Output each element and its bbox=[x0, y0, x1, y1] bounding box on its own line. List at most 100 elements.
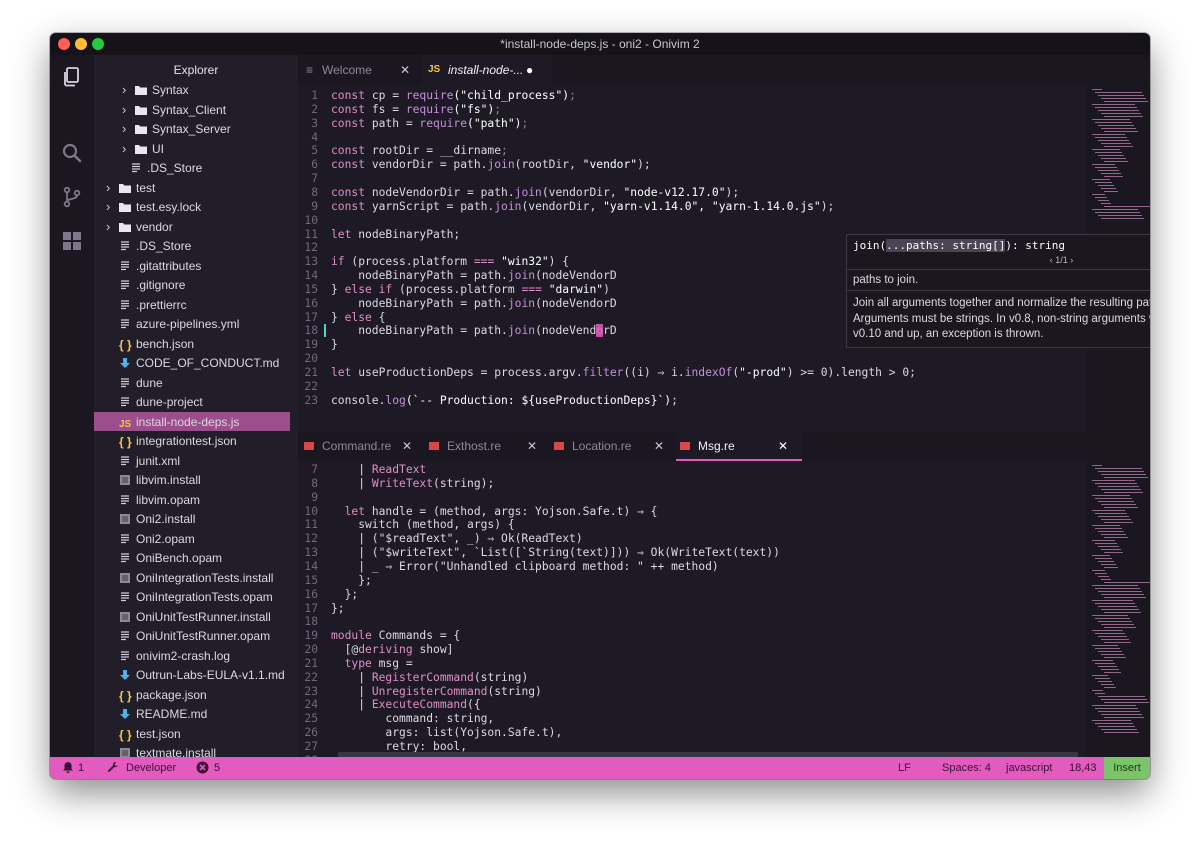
line-number: 21 bbox=[304, 366, 318, 379]
tree-item[interactable]: azure-pipelines.yml bbox=[94, 314, 290, 334]
line-number: 23 bbox=[304, 684, 318, 698]
tree-item[interactable]: .prettierrc bbox=[94, 295, 290, 315]
notification-count[interactable]: 1 bbox=[78, 757, 84, 779]
error-count[interactable]: 5 bbox=[214, 757, 220, 779]
tree-item[interactable]: OniBench.opam bbox=[94, 548, 290, 568]
close-icon[interactable]: ✕ bbox=[400, 55, 410, 85]
tree-item[interactable]: .DS_Store bbox=[94, 236, 290, 256]
language-indicator[interactable]: javascript bbox=[1006, 757, 1052, 779]
tree-item[interactable]: { } bench.json bbox=[94, 334, 290, 354]
minimap-line bbox=[1104, 567, 1118, 568]
tree-item[interactable]: › vendor bbox=[94, 217, 290, 237]
extensions-icon[interactable] bbox=[60, 229, 84, 253]
minimap-line bbox=[1101, 609, 1139, 610]
tree-item[interactable]: OniIntegrationTests.opam bbox=[94, 587, 290, 607]
wrench-icon[interactable] bbox=[107, 757, 119, 779]
close-icon[interactable]: ✕ bbox=[402, 431, 412, 461]
minimap-line bbox=[1092, 720, 1131, 721]
error-icon[interactable] bbox=[196, 757, 209, 779]
code-token: const bbox=[331, 116, 372, 130]
bell-icon[interactable] bbox=[62, 757, 74, 779]
code-line: type msg = bbox=[331, 657, 413, 670]
tab-msg-re[interactable]: Msg.re ✕ bbox=[676, 431, 802, 461]
minimap-line bbox=[1092, 630, 1123, 631]
chevron-right-icon[interactable]: › bbox=[122, 121, 126, 136]
explorer-icon[interactable] bbox=[60, 65, 84, 89]
tree-item[interactable]: onivim2-crash.log bbox=[94, 646, 290, 666]
close-icon[interactable]: ✕ bbox=[778, 431, 788, 461]
tab-install-node-deps[interactable]: JS install-node-... ● bbox=[422, 55, 552, 85]
chevron-right-icon[interactable]: › bbox=[106, 219, 110, 234]
tree-item[interactable]: { } package.json bbox=[94, 685, 290, 705]
tab-welcome[interactable]: ≡ Welcome ✕ bbox=[298, 55, 422, 85]
hover-doc: Join all arguments together and normaliz… bbox=[853, 297, 1150, 340]
js-icon: JS bbox=[428, 64, 441, 75]
minimap-line bbox=[1101, 639, 1129, 640]
chevron-right-icon[interactable]: › bbox=[106, 180, 110, 195]
close-icon[interactable]: ✕ bbox=[654, 431, 664, 461]
tree-item[interactable]: › Syntax_Client bbox=[94, 100, 290, 120]
tree-item-label: OniUnitTestRunner.opam bbox=[136, 629, 271, 643]
tree-item[interactable]: JS install-node-deps.js bbox=[94, 411, 290, 431]
tree-item[interactable]: › test.esy.lock bbox=[94, 197, 290, 217]
tree-item[interactable]: README.md bbox=[94, 704, 290, 724]
search-icon[interactable] bbox=[60, 141, 84, 165]
tree-item[interactable]: .gitignore bbox=[94, 275, 290, 295]
source-control-icon[interactable] bbox=[60, 185, 84, 209]
indentation-indicator[interactable]: Spaces: 4 bbox=[942, 757, 991, 779]
file-icon bbox=[119, 455, 131, 467]
chevron-right-icon[interactable]: › bbox=[106, 199, 110, 214]
bottom-minimap[interactable] bbox=[1086, 461, 1150, 757]
tree-item[interactable]: Oni2.install bbox=[94, 509, 290, 529]
tree-item[interactable]: { } integrationtest.json bbox=[94, 431, 290, 451]
close-icon[interactable]: ✕ bbox=[527, 431, 537, 461]
tree-item[interactable]: › Syntax_Server bbox=[94, 119, 290, 139]
tab-exthost-re[interactable]: Exthost.re ✕ bbox=[425, 431, 550, 461]
tree-item[interactable]: junit.xml bbox=[94, 451, 290, 471]
tree-item-label: Syntax_Server bbox=[152, 122, 231, 136]
tree-item[interactable]: .gitattributes bbox=[94, 256, 290, 276]
tab-location-re[interactable]: Location.re ✕ bbox=[550, 431, 676, 461]
tree-item[interactable]: OniIntegrationTests.install bbox=[94, 568, 290, 588]
tree-item[interactable]: dune bbox=[94, 373, 290, 393]
code-token: "node-v12.17.0" bbox=[623, 185, 726, 199]
tab-command-re[interactable]: Command.re ✕ bbox=[298, 431, 425, 461]
tree-item[interactable]: OniUnitTestRunner.opam bbox=[94, 626, 290, 646]
tree-item[interactable]: libvim.opam bbox=[94, 490, 290, 510]
tree-item[interactable]: { } test.json bbox=[94, 724, 290, 744]
minimap-line bbox=[1092, 600, 1133, 601]
tree-item[interactable]: .DS_Store bbox=[94, 158, 290, 178]
eol-indicator[interactable]: LF bbox=[898, 757, 911, 779]
line-number: 13 bbox=[304, 255, 318, 269]
tree-item[interactable]: › Syntax bbox=[94, 80, 290, 100]
code-token: log bbox=[385, 393, 406, 407]
tree-item[interactable]: OniUnitTestRunner.install bbox=[94, 607, 290, 627]
tree-item-label: vendor bbox=[136, 219, 173, 234]
tree-item[interactable]: libvim.install bbox=[94, 470, 290, 490]
close-window-button[interactable] bbox=[58, 38, 70, 50]
code-line: } bbox=[331, 338, 338, 351]
hover-counter[interactable]: ‹ 1/1 › bbox=[847, 255, 1150, 265]
code-token: (vendorDir, bbox=[521, 199, 604, 213]
chevron-right-icon[interactable]: › bbox=[122, 141, 126, 156]
tree-item[interactable]: dune-project bbox=[94, 392, 290, 412]
minimize-window-button[interactable] bbox=[75, 38, 87, 50]
developer-label[interactable]: Developer bbox=[126, 757, 176, 779]
cursor-position[interactable]: 18,43 bbox=[1069, 757, 1097, 779]
unsaved-dot-icon[interactable]: ● bbox=[526, 55, 533, 85]
tree-item-label: Syntax bbox=[152, 83, 189, 97]
folder-icon bbox=[118, 201, 131, 213]
tree-item[interactable]: textmate.install bbox=[94, 743, 290, 757]
code-line: const yarnScript = path.join(vendorDir, … bbox=[331, 200, 834, 213]
tree-item[interactable]: CODE_OF_CONDUCT.md bbox=[94, 353, 290, 373]
tree-item[interactable]: › UI bbox=[94, 139, 290, 159]
zoom-window-button[interactable] bbox=[92, 38, 104, 50]
bottom-editor[interactable]: 7 | ReadText 8 | WriteText(string); 9 10 le… bbox=[298, 461, 1150, 779]
code-token: nodeBinaryPath = path. bbox=[331, 269, 508, 283]
chevron-right-icon[interactable]: › bbox=[122, 102, 126, 117]
chevron-right-icon[interactable]: › bbox=[122, 82, 126, 97]
code-token: (process.platform bbox=[399, 282, 522, 296]
tree-item[interactable]: › test bbox=[94, 178, 290, 198]
tree-item[interactable]: Oni2.opam bbox=[94, 529, 290, 549]
tree-item[interactable]: Outrun-Labs-EULA-v1.1.md bbox=[94, 665, 290, 685]
